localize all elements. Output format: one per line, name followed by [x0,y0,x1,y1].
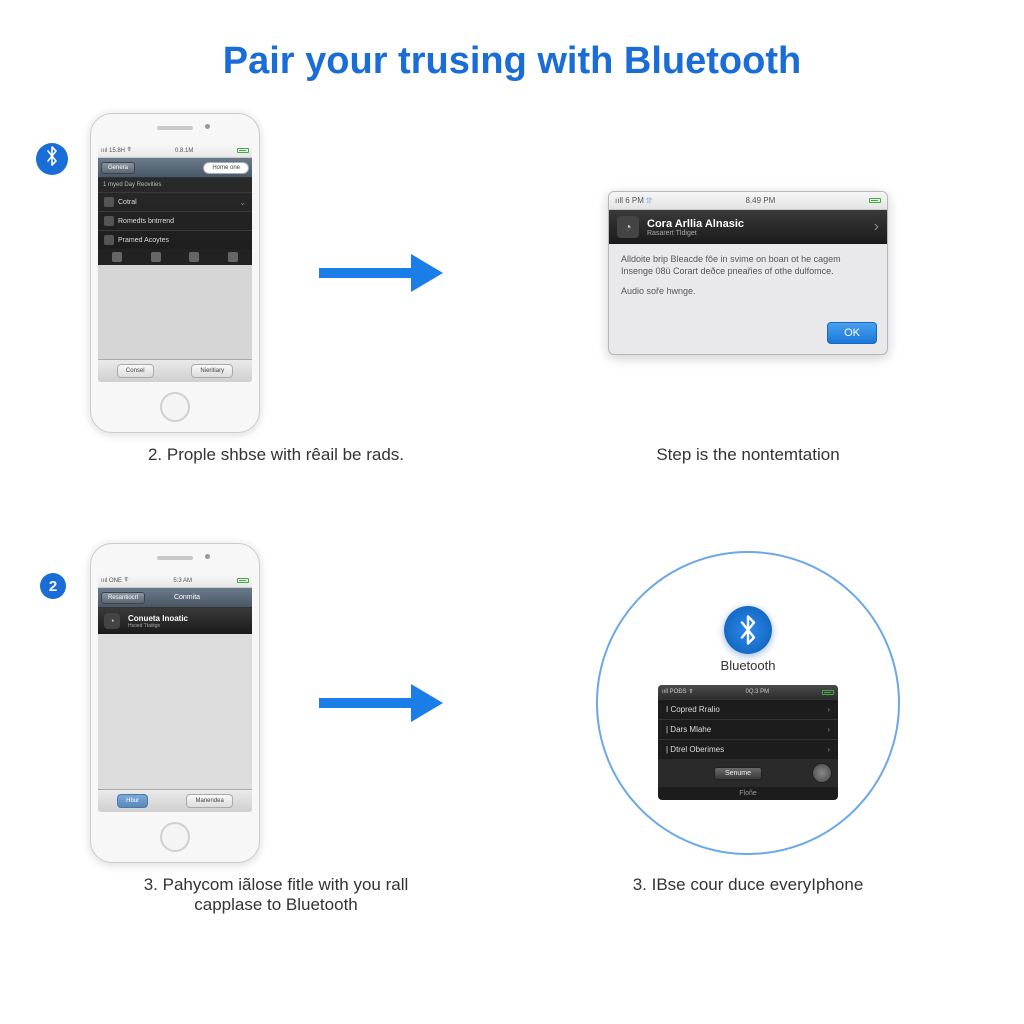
battery-icon [237,578,249,583]
step-device: Bluetooth ııll POĐS ⥣ 0Q.3 PM I Copred R… [522,543,974,953]
battery-icon [869,198,881,203]
control-knob[interactable] [812,763,832,783]
ok-button[interactable]: OK [827,322,877,344]
confirmation-dialog: ııll 6 PM ⥣ 8.49 PM ◔ Cora Arllia Alnasi… [608,191,888,354]
battery-icon [237,148,249,153]
step-number-badge: 2 [40,573,66,599]
dialog-title: Cora Arllia Alnasic [647,218,866,230]
bottom-toolbar: Consel Nieritiary [98,359,252,382]
page-title: Pair your trusing with Bluetooth [0,0,1024,83]
list-item[interactable]: | Dtrel Oberimes› [658,739,838,759]
phone-mock-1: ıııl 15.8H ⥣ 0.8.1M Genera Home one 1 my… [90,113,260,433]
step-2: 2 ıııl ONE ⥣ 5:3 AM Resantiocrl Conmita [50,543,502,953]
step-caption: Step is the nontemtation [656,445,839,465]
bluetooth-icon [724,606,772,654]
dialog-subtitle: Rasarert Tldiget [647,230,866,237]
list-item[interactable]: | Dars Mlahe› [658,719,838,739]
action-button[interactable]: Senume [714,767,762,780]
list-item[interactable]: Cotral⌄ [98,192,252,211]
chevron-right-icon: › [827,705,830,714]
chevron-right-icon: › [827,725,830,734]
panel-header[interactable]: ◔ Conueta Inoatic Hsoed Ttaiitge [98,608,252,634]
bluetooth-label: Bluetooth [721,658,776,673]
tab-row [98,249,252,265]
list-item[interactable]: Pramed Acoytes [98,230,252,249]
dialog-body: Alldoite brip Bleacde fôe in svime on bo… [609,244,887,315]
phone-mock-2: ıııl ONE ⥣ 5:3 AM Resantiocrl Conmita ◔ … [90,543,260,863]
chevron-right-icon: › [874,218,879,236]
bluetooth-badge-icon [36,143,68,175]
chevron-right-icon: › [827,745,830,754]
toolbar-button[interactable]: Hbur [117,794,148,808]
chevron-down-icon: ⌄ [239,198,246,207]
nav-title: Conmita [174,594,200,601]
home-button[interactable] [160,392,190,422]
panel-subtitle: Hsoed Ttaiitge [128,623,246,629]
nav-back-button[interactable]: Genera [101,162,135,174]
item-icon [104,216,114,226]
step-caption: 3. Pahycom iãlose fitle with you rall ca… [116,875,436,915]
step-caption: 2. Prople shbse with rêail be rads. [148,445,404,465]
nav-back-button[interactable]: Resantiocrl [101,592,145,604]
step-caption: 3. IBse cour duce everyIphone [633,875,864,895]
panel-title: 1 myed Day Reovities [98,178,252,192]
toolbar-button[interactable]: Consel [117,364,154,378]
toolbar-button[interactable]: Nieritiary [191,364,233,378]
list-item[interactable]: I Copred Rralio› [658,699,838,719]
dialog-header[interactable]: ◔ Cora Arllia Alnasic Rasarert Tldiget › [609,210,887,244]
item-icon [104,197,114,207]
panel-title: Conueta Inoatic [128,614,246,623]
list-item[interactable]: Romedts bntrrend [98,211,252,230]
status-bar: ıııl ONE ⥣ 5:3 AM [98,574,252,588]
step-1: ıııl 15.8H ⥣ 0.8.1M Genera Home one 1 my… [50,113,502,523]
arrow-right-icon [260,678,502,728]
device-sub-label: Floñe [658,787,838,800]
step-dialog: ııll 6 PM ⥣ 8.49 PM ◔ Cora Arllia Alnasi… [522,113,974,523]
battery-icon [822,690,834,695]
car-icon: ◔ [617,216,639,238]
car-head-unit: ııll POĐS ⥣ 0Q.3 PM I Copred Rralio› | D… [658,685,838,800]
status-bar: ııll 6 PM ⥣ 8.49 PM [609,192,887,210]
item-icon [104,235,114,245]
status-bar: ıııl 15.8H ⥣ 0.8.1M [98,144,252,158]
steps-grid: ıııl 15.8H ⥣ 0.8.1M Genera Home one 1 my… [0,83,1024,983]
home-button[interactable] [160,822,190,852]
status-bar: ııll POĐS ⥣ 0Q.3 PM [658,685,838,699]
bottom-toolbar: Hbur Manendea [98,789,252,812]
bluetooth-icon [44,145,60,173]
nav-pill[interactable]: Home one [203,162,249,174]
toolbar-button[interactable]: Manendea [186,794,232,808]
nav-bar: Resantiocrl Conmita [98,588,252,608]
nav-bar: Genera Home one [98,158,252,178]
car-icon: ◔ [104,613,120,629]
arrow-right-icon [260,248,502,298]
